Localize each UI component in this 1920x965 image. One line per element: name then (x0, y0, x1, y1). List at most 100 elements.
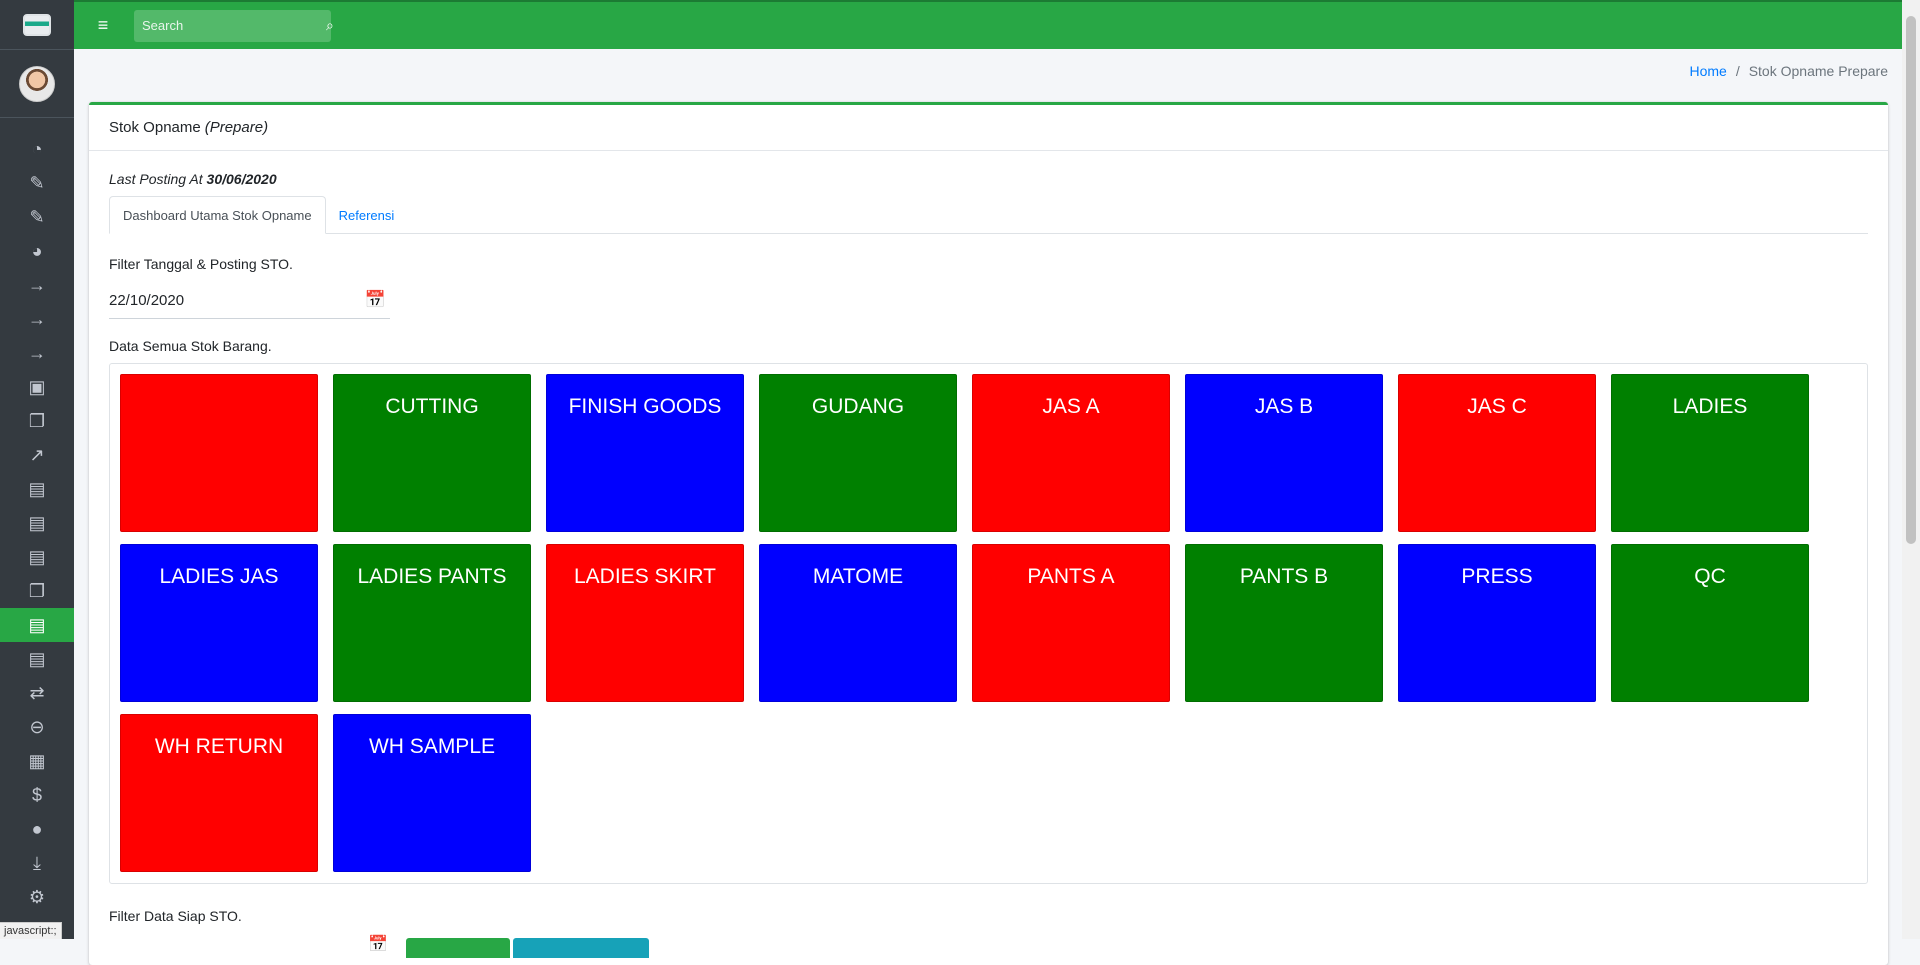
sidebar: ◔ ✎ ✎ ◕ → → → ▣ ❐ ↗ ▤ ▤ ▤ ❐ ▤ ▤ ⇄ ⊖ ▦ $ … (0, 0, 74, 939)
tab-referensi[interactable]: Referensi (326, 197, 408, 233)
sidebar-item-edit-2[interactable]: ✎ (0, 200, 74, 234)
tab-dashboard-utama[interactable]: Dashboard Utama Stok Opname (109, 196, 326, 234)
breadcrumb-separator: / (1735, 63, 1740, 79)
arrow-right-icon: → (28, 343, 46, 363)
calculator-icon: ▦ (28, 751, 46, 771)
calendar-icon[interactable]: 📅 (365, 290, 386, 310)
stok-tile[interactable]: LADIES SKIRT (546, 544, 744, 702)
gear-icon: ⚙ (28, 887, 46, 907)
sidebar-item-minus[interactable]: ⊖ (0, 710, 74, 744)
sidebar-item-warehouse-4[interactable]: ▤ (0, 642, 74, 676)
exchange-icon: ⇄ (29, 683, 45, 703)
sidebar-item-arrow-3[interactable]: → (0, 336, 74, 370)
stok-tiles: CUTTING FINISH GOODS GUDANG JAS A JAS B JAS C… (120, 374, 1860, 884)
stok-tile[interactable]: PANTS B (1185, 544, 1383, 702)
briefcase-icon: ▣ (28, 377, 46, 397)
stok-tile[interactable]: PANTS A (972, 544, 1170, 702)
stok-opname-card: Stok Opname (Prepare) Last Posting At 30/… (89, 102, 1888, 965)
stok-tile[interactable]: GUDANG (759, 374, 957, 532)
sidebar-item-exchange[interactable]: ⇄ (0, 676, 74, 710)
minus-circle-icon: ⊖ (29, 717, 45, 737)
warehouse-icon: ▤ (28, 547, 46, 567)
copy-icon: ❐ (28, 581, 46, 601)
sidebar-item-arrow-1[interactable]: → (0, 268, 74, 302)
dashboard-icon: ◔ (31, 139, 43, 159)
stok-tile[interactable]: JAS A (972, 374, 1170, 532)
filter-date-label: Filter Tanggal & Posting STO. (109, 256, 293, 272)
top-navbar: ≡ ⌕ (74, 0, 1902, 49)
stok-tile[interactable]: LADIES JAS (120, 544, 318, 702)
status-bar-hint: javascript:; (0, 922, 62, 939)
siap-action-button[interactable] (513, 938, 649, 958)
stok-tile[interactable]: LADIES (1611, 374, 1809, 532)
arrow-right-icon: → (28, 309, 46, 329)
data-stok-label: Data Semua Stok Barang. (109, 338, 272, 354)
edit-icon: ✎ (29, 207, 45, 227)
stok-tile[interactable]: CUTTING (333, 374, 531, 532)
filter-siap-label: Filter Data Siap STO. (109, 908, 242, 924)
siap-filter-row: 📅 (109, 934, 1868, 958)
last-posting-label: Last Posting At (109, 171, 203, 187)
sidebar-item-edit-1[interactable]: ✎ (0, 166, 74, 200)
sidebar-item-chart[interactable]: ↗ (0, 438, 74, 472)
pie-chart-icon: ◕ (31, 241, 43, 261)
stok-tile[interactable]: JAS B (1185, 374, 1383, 532)
card-title-suffix: (Prepare) (204, 119, 269, 136)
stok-tile[interactable]: LADIES PANTS (333, 544, 531, 702)
edit-icon: ✎ (29, 173, 45, 193)
sidebar-item-user[interactable]: ● (0, 812, 74, 846)
breadcrumb: Home / Stok Opname Prepare (1689, 63, 1888, 79)
warehouse-icon: ▤ (28, 479, 46, 499)
filter-date-field[interactable]: 22/10/2020 📅 (109, 282, 390, 319)
warehouse-icon: ▤ (28, 615, 46, 635)
stok-tile[interactable]: PRESS (1398, 544, 1596, 702)
sidebar-item-arrow-2[interactable]: → (0, 302, 74, 336)
sidebar-item-warehouse-1[interactable]: ▤ (0, 472, 74, 506)
search-icon[interactable]: ⌕ (326, 17, 334, 34)
sidebar-item-report[interactable]: ◕ (0, 234, 74, 268)
arrow-right-icon: → (28, 275, 46, 295)
sidebar-item-dollar[interactable]: $ (0, 778, 74, 812)
sidebar-item-copy-1[interactable]: ❐ (0, 404, 74, 438)
line-chart-icon: ↗ (29, 445, 45, 465)
user-icon: ● (31, 819, 43, 839)
sidebar-nav: ◔ ✎ ✎ ◕ → → → ▣ ❐ ↗ ▤ ▤ ▤ ❐ ▤ ▤ ⇄ ⊖ ▦ $ … (0, 118, 74, 914)
sidebar-item-warehouse-3[interactable]: ▤ (0, 540, 74, 574)
last-posting: Last Posting At 30/06/2020 (109, 171, 1868, 187)
stok-tile[interactable] (120, 374, 318, 532)
search-input[interactable] (134, 18, 326, 33)
filter-date-value: 22/10/2020 (109, 291, 185, 309)
card-header: Stok Opname (Prepare) (89, 105, 1888, 151)
stok-tile[interactable]: WH RETURN (120, 714, 318, 872)
sidebar-item-dashboard[interactable]: ◔ (0, 132, 74, 166)
sidebar-item-stok-opname[interactable]: ▤ (0, 608, 74, 642)
sidebar-item-download[interactable]: ⤓ (0, 846, 74, 880)
stok-tile[interactable]: QC (1611, 544, 1809, 702)
sidebar-item-briefcase[interactable]: ▣ (0, 370, 74, 404)
tab-bar: Dashboard Utama Stok Opname Referensi (109, 196, 1868, 234)
sidebar-item-copy-2[interactable]: ❐ (0, 574, 74, 608)
sidebar-item-calculator[interactable]: ▦ (0, 744, 74, 778)
menu-toggle-icon[interactable]: ≡ (86, 15, 120, 36)
stok-tile[interactable]: FINISH GOODS (546, 374, 744, 532)
calendar-icon[interactable]: 📅 (368, 934, 388, 954)
sidebar-item-warehouse-2[interactable]: ▤ (0, 506, 74, 540)
siap-filter-button[interactable] (406, 938, 510, 958)
breadcrumb-home-link[interactable]: Home (1689, 63, 1726, 79)
breadcrumb-current: Stok Opname Prepare (1748, 63, 1888, 79)
warehouse-icon: ▤ (28, 649, 46, 669)
stok-tile[interactable]: JAS C (1398, 374, 1596, 532)
warehouse-icon: ▤ (28, 513, 46, 533)
user-panel[interactable] (0, 50, 74, 118)
search-box: ⌕ (134, 9, 334, 42)
avatar[interactable] (19, 65, 55, 102)
stok-tile[interactable]: MATOME (759, 544, 957, 702)
stok-tiles-container: CUTTING FINISH GOODS GUDANG JAS A JAS B JAS C… (109, 363, 1868, 884)
sidebar-item-settings[interactable]: ⚙ (0, 880, 74, 914)
stok-tile[interactable]: WH SAMPLE (333, 714, 531, 872)
page-scrollbar[interactable] (1902, 0, 1920, 939)
scrollbar-thumb[interactable] (1906, 16, 1916, 544)
brand-logo-area[interactable] (0, 0, 74, 50)
card-body: Last Posting At 30/06/2020 Dashboard Uta… (89, 171, 1888, 958)
last-posting-date: 30/06/2020 (206, 171, 277, 187)
